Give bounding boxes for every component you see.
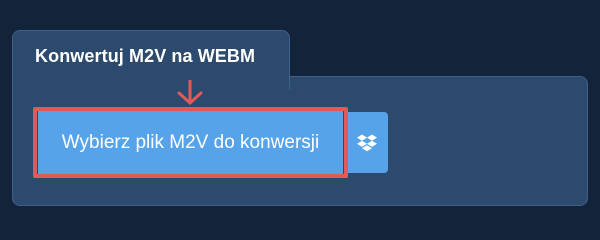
converter-tab: Konwertuj M2V na WEBM: [12, 30, 290, 90]
choose-file-button[interactable]: Wybierz plik M2V do konwersji: [38, 111, 343, 174]
tab-title: Konwertuj M2V na WEBM: [35, 46, 256, 66]
arrow-down-icon: [177, 80, 203, 105]
dropbox-button[interactable]: [345, 112, 388, 173]
tab-panel-joint: [13, 74, 289, 80]
converter-widget: Konwertuj M2V na WEBM Wybierz plik M2V d…: [0, 0, 600, 230]
dropbox-icon: [356, 134, 377, 151]
